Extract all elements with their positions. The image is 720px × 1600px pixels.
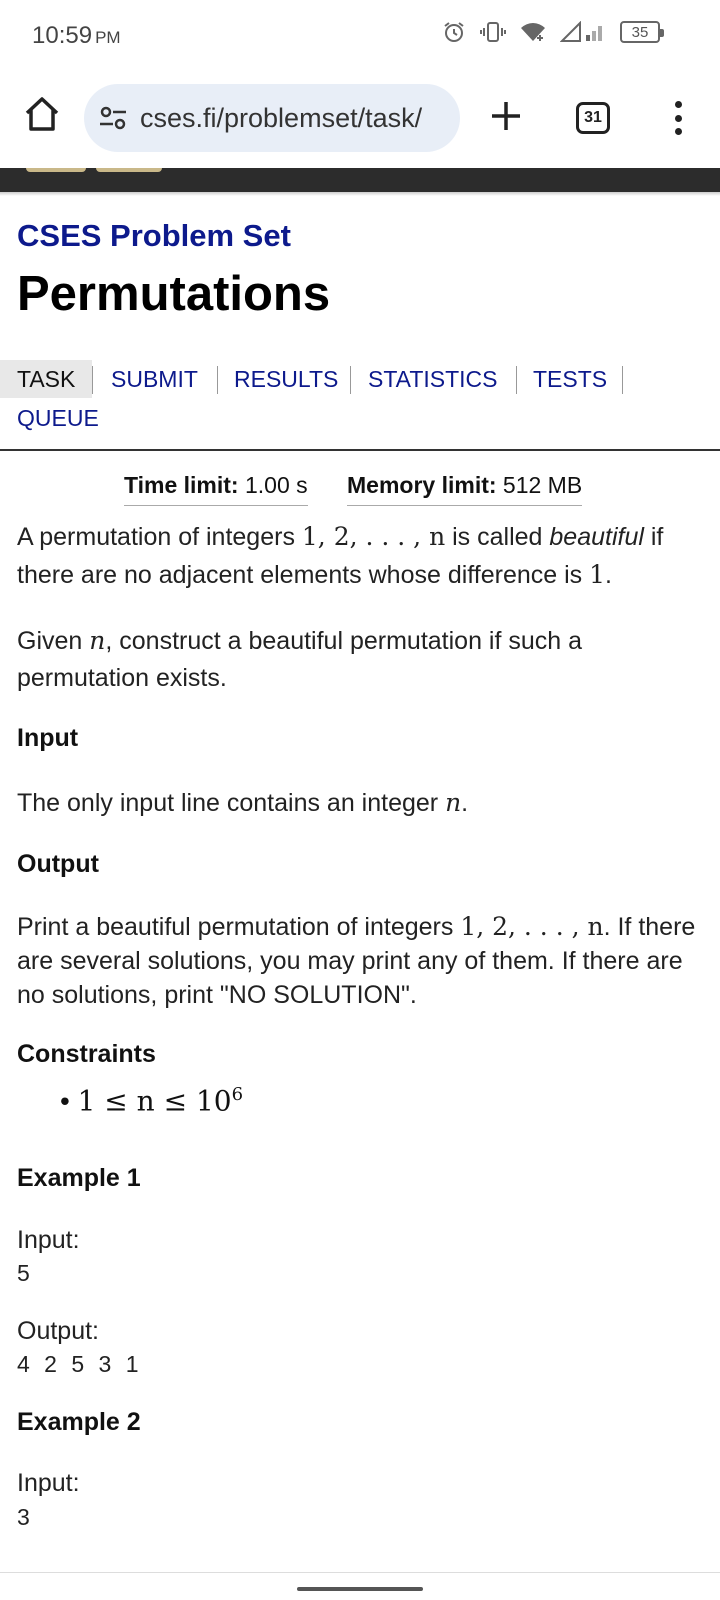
logo — [96, 168, 162, 172]
site-settings-icon[interactable] — [98, 103, 128, 133]
math-expression: 1 ≤ n ≤ 10 — [77, 1084, 232, 1118]
output-heading: Output — [17, 850, 99, 878]
alarm-icon — [444, 22, 464, 42]
example-2-heading: Example 2 — [17, 1408, 141, 1436]
memory-limit: Memory limit: 512 MB — [347, 472, 583, 506]
battery-icon: 35 — [620, 21, 664, 43]
statement-paragraph-1: A permutation of integers 1, 2, . . . , … — [17, 518, 707, 594]
site-title[interactable]: CSES Problem Set — [17, 218, 291, 254]
tab-tests[interactable]: TESTS — [533, 363, 607, 395]
constraints-heading: Constraints — [17, 1040, 156, 1068]
example-1-heading: Example 1 — [17, 1164, 141, 1192]
math-expression: 1, 2, . . . , n — [460, 912, 604, 941]
nav-divider — [92, 366, 93, 394]
example-1-output-value: 4 2 5 3 1 — [17, 1351, 140, 1377]
math-expression: 1, 2, . . . , n — [301, 522, 446, 551]
text: Print a beautiful permutation of integer… — [17, 913, 461, 941]
statement-paragraph-2: Given n, construct a beautiful permutati… — [17, 622, 707, 697]
example-1-output-label: Output: — [17, 1317, 99, 1345]
input-description: The only input line contains an integer … — [17, 784, 707, 822]
input-heading: Input — [17, 724, 79, 752]
tab-task[interactable]: TASK — [0, 360, 93, 398]
nav-divider — [516, 366, 517, 394]
page-title: Permutations — [17, 267, 331, 321]
emphasis: beautiful — [549, 523, 644, 551]
status-icons: 35 — [442, 20, 664, 44]
browser-toolbar: cses.fi/problemset/task/ 31 — [0, 70, 720, 170]
tab-statistics[interactable]: STATISTICS — [368, 363, 498, 395]
gesture-navigation-bar — [0, 1572, 720, 1600]
bullet-dot: • — [60, 1085, 78, 1117]
nav-divider — [350, 366, 351, 394]
nav-divider-line — [0, 449, 720, 451]
tab-queue[interactable]: QUEUE — [17, 402, 99, 434]
text: A permutation of integers — [17, 523, 302, 551]
wifi-icon — [521, 23, 545, 41]
task-nav: TASK SUBMIT RESULTS STATISTICS TESTS QUE… — [0, 360, 720, 440]
site-header — [0, 168, 720, 192]
example-1-input-value: 5 — [17, 1260, 31, 1286]
logo — [26, 168, 86, 172]
math-expression: n — [445, 788, 462, 817]
header-shadow — [0, 192, 720, 196]
math-exponent: 6 — [231, 1084, 244, 1105]
gesture-handle[interactable] — [297, 1587, 423, 1591]
tab-submit[interactable]: SUBMIT — [111, 363, 198, 395]
text: is called — [445, 523, 550, 551]
text: . — [605, 561, 612, 589]
url-text[interactable]: cses.fi/problemset/task/ — [140, 103, 422, 134]
time-limit-label: Time limit: — [124, 472, 239, 498]
nav-divider — [622, 366, 623, 394]
math-expression: n — [89, 626, 106, 655]
new-tab-icon[interactable] — [488, 98, 524, 134]
address-bar[interactable]: cses.fi/problemset/task/ — [84, 84, 460, 152]
status-bar: 10:59 PM 35 — [0, 0, 720, 70]
time-limit-value: 1.00 s — [245, 472, 308, 498]
memory-limit-value: 512 MB — [502, 472, 583, 498]
clock-ampm: PM — [95, 28, 121, 47]
example-2-input-label: Input: — [17, 1469, 80, 1497]
tab-results[interactable]: RESULTS — [234, 363, 338, 395]
text: The only input line contains an integer — [17, 789, 446, 817]
memory-limit-label: Memory limit: — [347, 472, 497, 498]
constraint-item: • 1 ≤ n ≤ 106 — [60, 1084, 243, 1117]
nav-divider — [217, 366, 218, 394]
time-limit: Time limit: 1.00 s — [124, 472, 308, 506]
text: Given — [17, 627, 90, 655]
text: . — [461, 789, 469, 817]
status-time: 10:59 PM — [32, 22, 121, 50]
vibrate-icon — [480, 22, 506, 42]
math-expression: 1 — [589, 560, 606, 589]
output-description: Print a beautiful permutation of integer… — [17, 910, 707, 1012]
clock-text: 10:59 — [32, 22, 93, 49]
signal-icon — [560, 21, 602, 42]
example-1-input-label: Input: — [17, 1226, 80, 1254]
more-menu-icon[interactable] — [664, 98, 692, 138]
example-2-input-value: 3 — [17, 1504, 31, 1530]
home-icon[interactable] — [22, 94, 62, 134]
tab-switcher-button[interactable]: 31 — [576, 102, 610, 134]
